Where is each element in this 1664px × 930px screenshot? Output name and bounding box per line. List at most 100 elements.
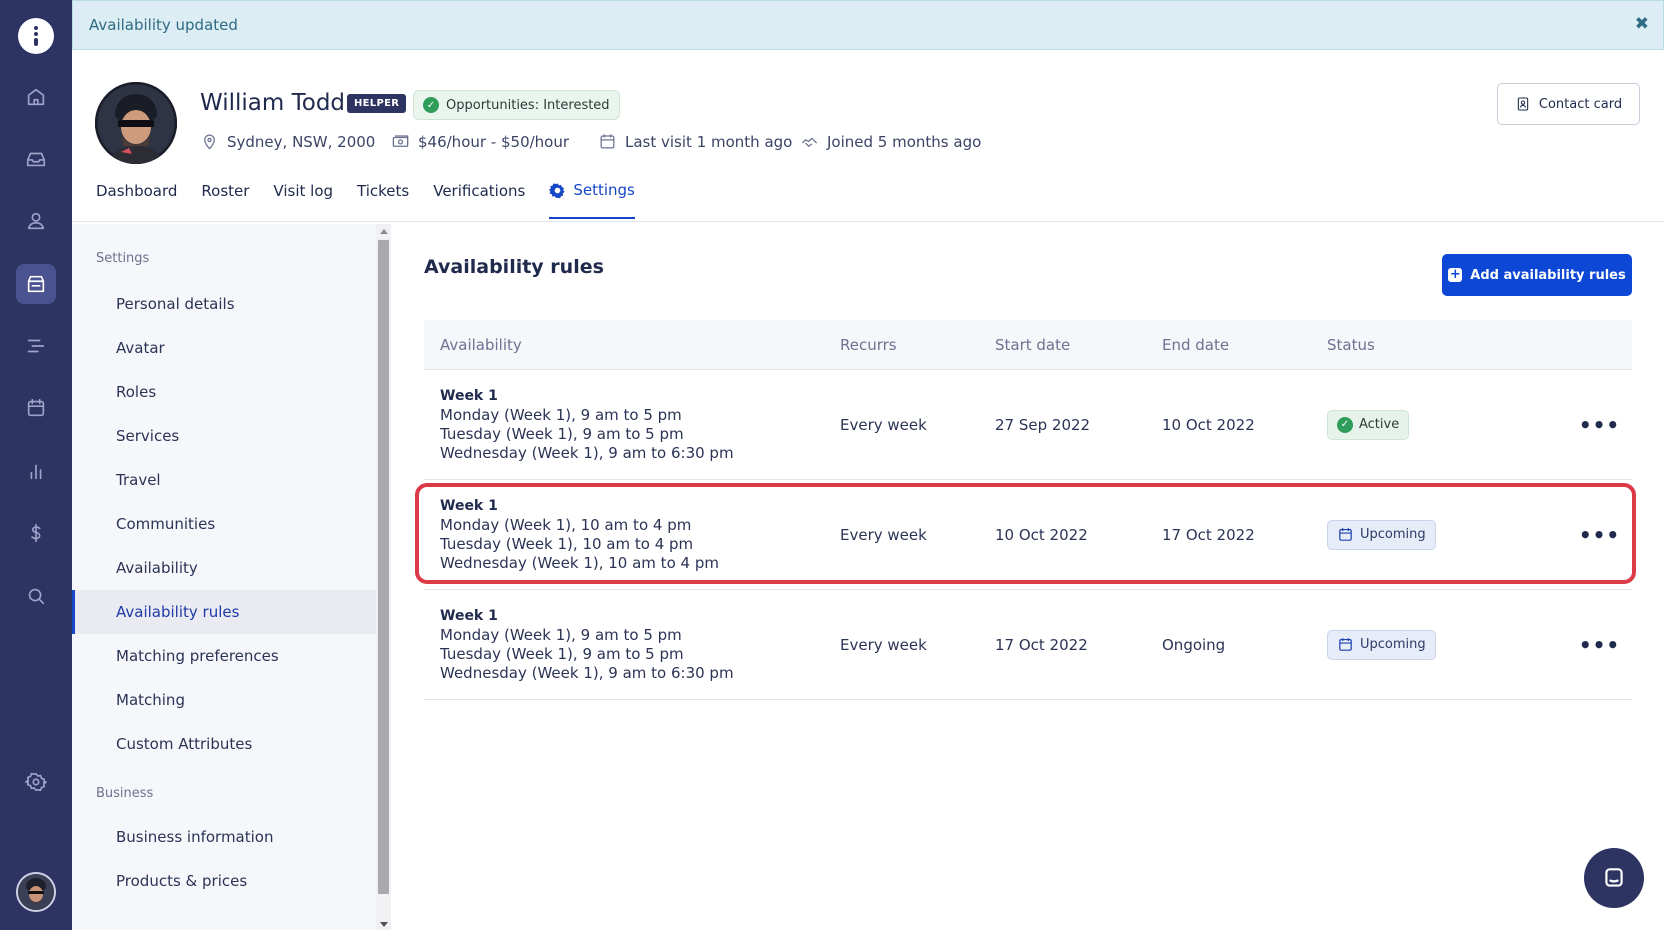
calendar-icon[interactable] <box>16 388 56 428</box>
table-row[interactable]: Week 1 Monday (Week 1), 9 am to 5 pm Tue… <box>424 590 1632 700</box>
more-options-icon[interactable]: ••• <box>1579 415 1620 435</box>
sidebar-group-business: Business <box>96 786 154 801</box>
availability-line: Tuesday (Week 1), 9 am to 5 pm <box>440 644 684 663</box>
start-date-cell: 10 Oct 2022 <box>995 525 1088 544</box>
recurs-cell: Every week <box>840 525 927 544</box>
search-icon[interactable] <box>16 576 56 616</box>
rate-meta: $46/hour - $50/hour <box>391 132 569 151</box>
money-icon <box>392 135 409 147</box>
contact-card-icon <box>1517 97 1529 111</box>
current-user-avatar[interactable] <box>16 872 56 912</box>
joined-meta: Joined 5 months ago <box>800 132 981 151</box>
chart-icon[interactable] <box>16 451 56 491</box>
actions-cell: ••• <box>1567 415 1632 435</box>
check-circle-icon: ✓ <box>1337 416 1353 433</box>
check-circle-icon: ✓ <box>423 97 439 113</box>
tab-label: Settings <box>573 181 635 199</box>
home-icon[interactable] <box>16 77 56 117</box>
sidebar-item-availability[interactable]: Availability <box>72 546 376 590</box>
settings-sidebar: Settings Personal details Avatar Roles S… <box>72 224 376 930</box>
location-pin-icon <box>204 134 215 150</box>
joined-text: Joined 5 months ago <box>827 132 982 151</box>
more-options-icon[interactable]: ••• <box>1579 525 1620 545</box>
timeline-icon[interactable] <box>16 326 56 366</box>
start-date-cell: 27 Sep 2022 <box>995 415 1091 434</box>
sidebar-item-personal-details[interactable]: Personal details <box>72 282 376 326</box>
more-options-icon[interactable]: ••• <box>1579 635 1620 655</box>
tab-label: Verifications <box>433 182 526 200</box>
tabs-divider <box>72 221 1664 222</box>
sidebar-item-avatar[interactable]: Avatar <box>72 326 376 370</box>
calendar-icon <box>1339 638 1352 651</box>
plus-icon: + <box>1448 267 1463 282</box>
notification-banner: Availability updated ✖ <box>72 0 1664 50</box>
user-icon[interactable] <box>16 201 56 241</box>
page-title: Availability rules <box>424 256 604 278</box>
status-cell: Upcoming <box>1327 519 1567 550</box>
status-label: Upcoming <box>1360 527 1426 542</box>
tab-visit-log[interactable]: Visit log <box>273 181 333 219</box>
column-header: End date <box>1162 335 1230 354</box>
tab-label: Tickets <box>357 182 410 200</box>
location-meta: Sydney, NSW, 2000 <box>200 132 375 151</box>
store-icon[interactable] <box>16 264 56 304</box>
tab-dashboard[interactable]: Dashboard <box>96 181 177 219</box>
scroll-down-icon[interactable] <box>380 922 388 927</box>
availability-line: Wednesday (Week 1), 9 am to 6:30 pm <box>440 443 734 462</box>
sidebar-item-roles[interactable]: Roles <box>72 370 376 414</box>
tab-roster[interactable]: Roster <box>201 181 249 219</box>
status-label: Active <box>1359 417 1400 432</box>
end-date-cell: 17 Oct 2022 <box>1162 525 1255 544</box>
actions-cell: ••• <box>1567 635 1632 655</box>
sidebar-item-matching[interactable]: Matching <box>72 678 376 722</box>
contact-card-button[interactable]: Contact card <box>1497 83 1640 125</box>
settings-icon[interactable] <box>16 762 56 802</box>
availability-cell: Week 1 Monday (Week 1), 9 am to 5 pm Tue… <box>424 387 840 463</box>
close-icon[interactable]: ✖ <box>1635 14 1649 34</box>
add-button-label: Add availability rules <box>1470 267 1626 283</box>
calendar-icon <box>600 134 615 149</box>
availability-line: Monday (Week 1), 9 am to 5 pm <box>440 405 682 424</box>
tab-settings[interactable]: Settings <box>549 181 635 219</box>
status-cell: Upcoming <box>1327 629 1567 660</box>
actions-cell: ••• <box>1567 525 1632 545</box>
sidebar-item-travel[interactable]: Travel <box>72 458 376 502</box>
recurs-cell: Every week <box>840 635 927 654</box>
column-header: Availability <box>440 335 522 354</box>
opportunities-label: Opportunities: Interested <box>446 97 610 113</box>
week-label: Week 1 <box>440 387 498 404</box>
sidebar-item-business-information[interactable]: Business information <box>72 815 376 859</box>
table-row[interactable]: Week 1 Monday (Week 1), 10 am to 4 pm Tu… <box>424 480 1632 590</box>
profile-tabs: Dashboard Roster Visit log Tickets Verif… <box>96 181 659 219</box>
availability-line: Tuesday (Week 1), 9 am to 5 pm <box>440 424 684 443</box>
tab-verifications[interactable]: Verifications <box>433 181 525 219</box>
table-row[interactable]: Week 1 Monday (Week 1), 9 am to 5 pm Tue… <box>424 370 1632 480</box>
week-label: Week 1 <box>440 497 498 514</box>
banner-message: Availability updated <box>89 16 238 34</box>
sidebar-item-products-prices[interactable]: Products & prices <box>72 859 376 903</box>
tab-label: Roster <box>201 182 250 200</box>
inbox-icon[interactable] <box>16 139 56 179</box>
status-badge: Upcoming <box>1327 629 1436 660</box>
rate-text: $46/hour - $50/hour <box>418 132 570 151</box>
sidebar-item-availability-rules[interactable]: Availability rules <box>72 590 376 634</box>
availability-cell: Week 1 Monday (Week 1), 10 am to 4 pm Tu… <box>424 497 840 573</box>
dollar-icon[interactable] <box>16 513 56 553</box>
sidebar-item-services[interactable]: Services <box>72 414 376 458</box>
status-cell: ✓ Active <box>1327 409 1567 440</box>
sidebar-item-custom-attributes[interactable]: Custom Attributes <box>72 722 376 766</box>
sidebar-scrollbar[interactable] <box>376 224 391 930</box>
table-header: Availability Recurrs Start date End date… <box>424 320 1632 370</box>
sidebar-group-settings: Settings <box>96 251 150 266</box>
tab-tickets[interactable]: Tickets <box>357 181 409 219</box>
scrollbar-thumb[interactable] <box>378 240 389 894</box>
availability-line: Tuesday (Week 1), 10 am to 4 pm <box>440 534 694 553</box>
app-logo[interactable] <box>18 18 54 54</box>
chat-launcher-button[interactable] <box>1584 848 1644 908</box>
role-badge: HELPER <box>347 94 407 113</box>
location-text: Sydney, NSW, 2000 <box>227 132 376 151</box>
sidebar-item-matching-preferences[interactable]: Matching preferences <box>72 634 376 678</box>
scroll-up-icon[interactable] <box>380 229 388 234</box>
add-availability-rules-button[interactable]: + Add availability rules <box>1442 254 1632 296</box>
sidebar-item-communities[interactable]: Communities <box>72 502 376 546</box>
